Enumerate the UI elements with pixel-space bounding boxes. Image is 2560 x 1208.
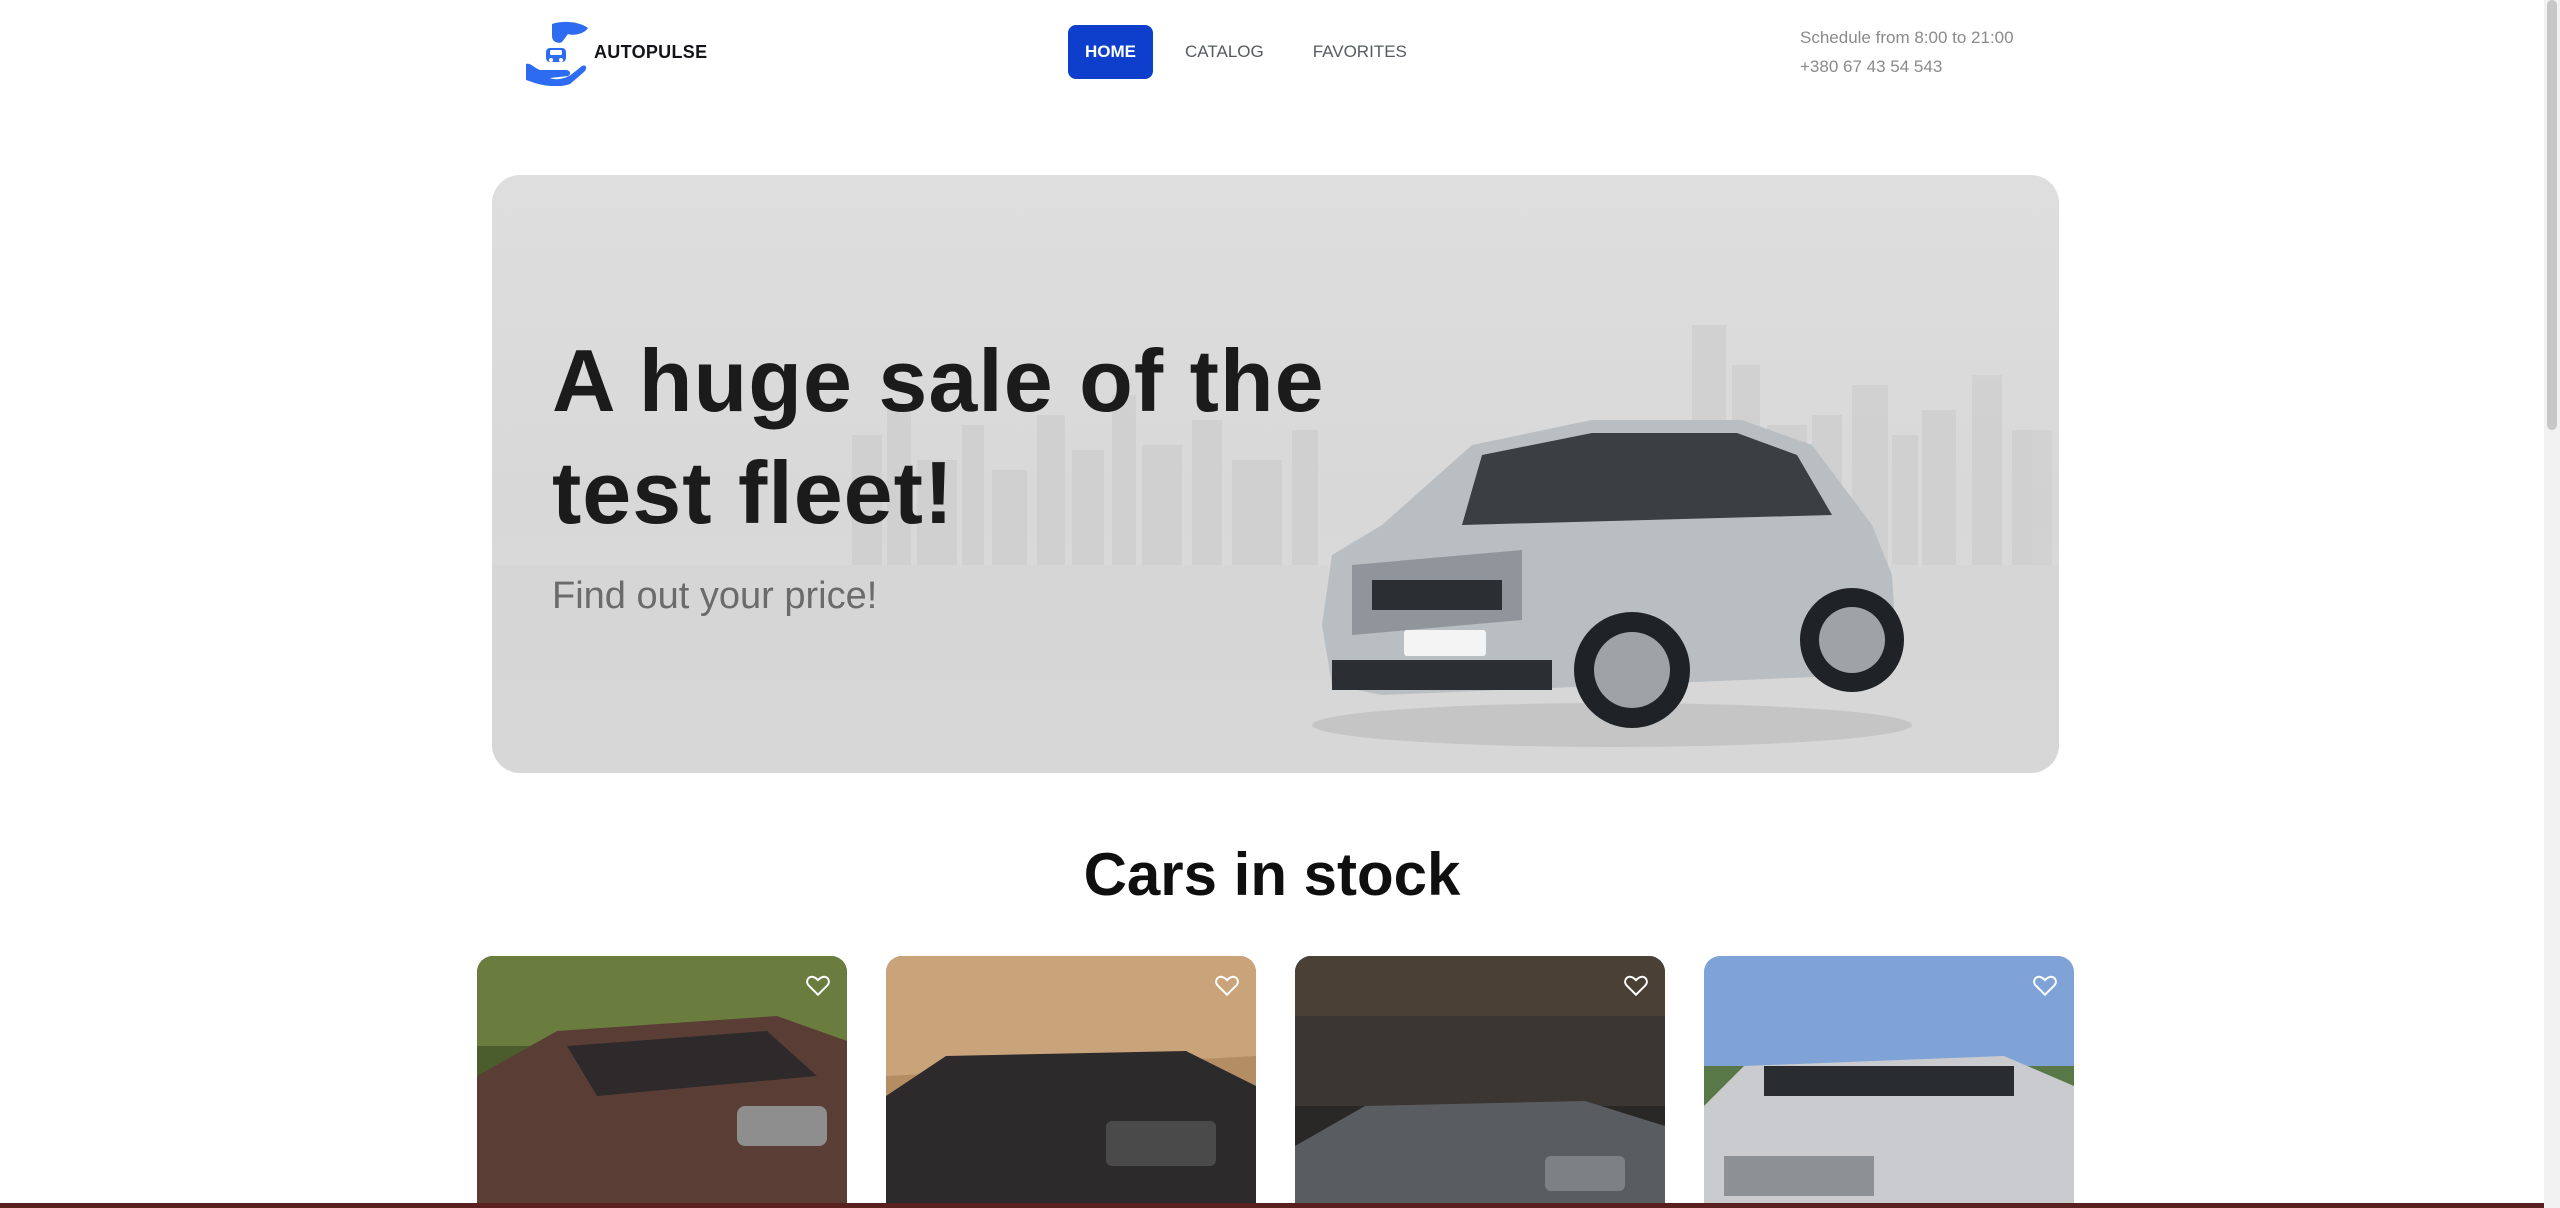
car-card[interactable] xyxy=(886,956,1256,1208)
brand-logo[interactable]: AUTOPULSE xyxy=(524,18,707,86)
car-photo-suv-grey xyxy=(1295,956,1665,1208)
car-photo-suv-brown xyxy=(477,956,847,1208)
car-in-hand-logo-icon xyxy=(526,21,588,86)
bottom-edge-strip xyxy=(0,1203,2544,1208)
phone-number[interactable]: +380 67 43 54 543 xyxy=(1800,52,2014,81)
car-card-list xyxy=(477,956,2113,1208)
hero-subtitle: Find out your price! xyxy=(552,575,878,617)
favorite-heart-icon[interactable] xyxy=(805,972,831,998)
car-card[interactable] xyxy=(1704,956,2074,1208)
hero-banner: A huge sale of the test fleet! Find out … xyxy=(492,175,2059,773)
car-card[interactable] xyxy=(1295,956,1665,1208)
favorite-heart-icon[interactable] xyxy=(1623,972,1649,998)
page-scrollbar[interactable] xyxy=(2544,0,2560,1208)
car-photo-hummer-white xyxy=(1704,956,2074,1208)
main-nav: HOME CATALOG FAVORITES xyxy=(1068,25,1439,79)
cars-in-stock-title: Cars in stock xyxy=(1083,841,1461,908)
schedule-text: Schedule from 8:00 to 21:00 xyxy=(1800,28,2014,47)
favorite-heart-icon[interactable] xyxy=(2032,972,2058,998)
contact-info: Schedule from 8:00 to 21:00 +380 67 43 5… xyxy=(1800,23,2014,81)
nav-catalog[interactable]: CATALOG xyxy=(1168,25,1281,79)
suv-car-image xyxy=(1312,420,1912,747)
favorite-heart-icon[interactable] xyxy=(1214,972,1240,998)
car-card[interactable] xyxy=(477,956,847,1208)
car-photo-suv-black xyxy=(886,956,1256,1208)
site-header: AUTOPULSE HOME CATALOG FAVORITES Schedul… xyxy=(0,0,2544,106)
scrollbar-thumb[interactable] xyxy=(2547,0,2557,430)
nav-home[interactable]: HOME xyxy=(1068,25,1153,79)
brand-name: AUTOPULSE xyxy=(594,41,708,62)
nav-favorites[interactable]: FAVORITES xyxy=(1296,25,1424,79)
